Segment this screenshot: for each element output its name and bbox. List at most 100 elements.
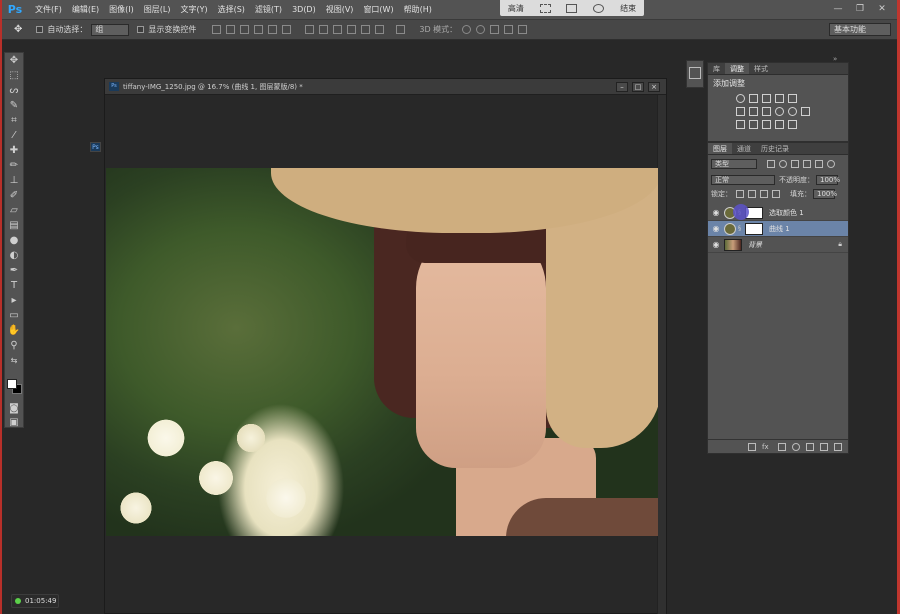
canvas-image[interactable] bbox=[106, 168, 658, 536]
selective-color-icon[interactable] bbox=[775, 120, 784, 129]
filter-shape-icon[interactable] bbox=[803, 160, 811, 168]
hd-button[interactable]: 高清 bbox=[508, 3, 524, 14]
filter-adjust-icon[interactable] bbox=[779, 160, 787, 168]
maximize-icon[interactable]: ❐ bbox=[853, 3, 867, 15]
black-white-icon[interactable] bbox=[762, 107, 771, 116]
vibrance-icon[interactable] bbox=[788, 94, 797, 103]
screen-mode-icon[interactable]: ▣ bbox=[5, 415, 23, 430]
zoom-tool-icon[interactable]: ⚲ bbox=[5, 338, 23, 353]
align-hcenter-icon[interactable] bbox=[268, 25, 278, 34]
filter-toggle-icon[interactable] bbox=[827, 160, 835, 168]
pen-tool-icon[interactable]: ✒ bbox=[5, 263, 23, 278]
hand-tool-icon[interactable]: ✋ bbox=[5, 323, 23, 338]
align-left-icon[interactable] bbox=[254, 25, 264, 34]
menu-file[interactable]: 文件(F) bbox=[35, 4, 62, 15]
region-icon[interactable] bbox=[539, 3, 551, 13]
stamp-tool-icon[interactable]: ⊥ bbox=[5, 173, 23, 188]
layer-row[interactable]: ◉ 背景 🔒︎ bbox=[708, 237, 848, 253]
dodge-tool-icon[interactable]: ◐ bbox=[5, 248, 23, 263]
threshold-icon[interactable] bbox=[762, 120, 771, 129]
swap-colors-icon[interactable]: ⇆ bbox=[5, 353, 23, 368]
opacity-input[interactable]: 100% bbox=[816, 175, 840, 185]
menu-select[interactable]: 选择(S) bbox=[218, 4, 245, 15]
exposure-icon[interactable] bbox=[775, 94, 784, 103]
menu-3d[interactable]: 3D(D) bbox=[292, 5, 316, 14]
layer-filter-dropdown[interactable]: 类型 bbox=[711, 159, 757, 169]
path-select-tool-icon[interactable]: ▸ bbox=[5, 293, 23, 308]
filter-pixel-icon[interactable] bbox=[767, 160, 775, 168]
auto-select-dropdown[interactable]: 组 bbox=[91, 23, 130, 36]
tab-styles[interactable]: 样式 bbox=[749, 63, 773, 74]
workspace-dropdown[interactable]: 基本功能 bbox=[829, 23, 891, 36]
healing-tool-icon[interactable]: ✚ bbox=[5, 143, 23, 158]
blur-tool-icon[interactable]: ● bbox=[5, 233, 23, 248]
document-tab[interactable]: Ps tiffany-IMG_1250.jpg @ 16.7% (曲线 1, 图… bbox=[105, 79, 666, 95]
lasso-tool-icon[interactable]: ᔕ bbox=[5, 83, 23, 98]
lock-all-icon[interactable] bbox=[772, 190, 780, 198]
photo-filter-icon[interactable] bbox=[775, 107, 784, 116]
doc-close-icon[interactable]: × bbox=[648, 82, 660, 92]
align-top-icon[interactable] bbox=[212, 25, 222, 34]
distribute-bottom-icon[interactable] bbox=[333, 25, 343, 34]
chain-link-icon[interactable]: § bbox=[738, 225, 743, 232]
history-brush-tool-icon[interactable]: ✐ bbox=[5, 188, 23, 203]
eraser-tool-icon[interactable]: ▱ bbox=[5, 203, 23, 218]
menu-help[interactable]: 帮助(H) bbox=[404, 4, 432, 15]
curves-icon[interactable] bbox=[762, 94, 771, 103]
eye-icon[interactable]: ◉ bbox=[711, 240, 721, 249]
align-bottom-icon[interactable] bbox=[240, 25, 250, 34]
color-balance-icon[interactable] bbox=[749, 107, 758, 116]
gradient-tool-icon[interactable]: ▤ bbox=[5, 218, 23, 233]
menu-type[interactable]: 文字(Y) bbox=[180, 4, 207, 15]
auto-select-checkbox[interactable] bbox=[36, 26, 44, 33]
doc-restore-icon[interactable]: □ bbox=[632, 82, 644, 92]
end-button[interactable]: 结束 bbox=[620, 3, 636, 14]
brush-tool-icon[interactable]: ✏ bbox=[5, 158, 23, 173]
scale-3d-icon[interactable] bbox=[518, 25, 528, 34]
menu-view[interactable]: 视图(V) bbox=[326, 4, 354, 15]
lock-pixels-icon[interactable] bbox=[748, 190, 756, 198]
channel-mixer-icon[interactable] bbox=[788, 107, 797, 116]
add-mask-icon[interactable] bbox=[778, 442, 786, 451]
slide-3d-icon[interactable] bbox=[504, 25, 514, 34]
lock-transparent-icon[interactable] bbox=[736, 190, 744, 198]
eye-icon[interactable]: ◉ bbox=[711, 224, 721, 233]
invert-icon[interactable] bbox=[736, 120, 745, 129]
shape-tool-icon[interactable]: ▭ bbox=[5, 308, 23, 323]
doc-minimize-icon[interactable]: – bbox=[616, 82, 628, 92]
brightness-icon[interactable] bbox=[736, 94, 745, 103]
foreground-color-swatch[interactable] bbox=[7, 379, 17, 389]
tab-channels[interactable]: 通道 bbox=[732, 143, 756, 154]
drag-3d-icon[interactable] bbox=[490, 25, 500, 34]
new-layer-icon[interactable] bbox=[820, 442, 828, 451]
color-lookup-icon[interactable] bbox=[801, 107, 810, 116]
crop-tool-icon[interactable]: ⌗ bbox=[5, 113, 23, 128]
menu-filter[interactable]: 滤镜(T) bbox=[255, 4, 282, 15]
levels-icon[interactable] bbox=[749, 94, 758, 103]
menu-layer[interactable]: 图层(L) bbox=[144, 4, 171, 15]
window-icon[interactable] bbox=[566, 3, 578, 13]
link-layers-icon[interactable] bbox=[748, 442, 756, 451]
marquee-tool-icon[interactable]: ⬚ bbox=[5, 68, 23, 83]
hue-saturation-icon[interactable] bbox=[736, 107, 745, 116]
distribute-left-icon[interactable] bbox=[347, 25, 357, 34]
quick-mask-icon[interactable]: ◙ bbox=[5, 401, 23, 416]
quick-select-tool-icon[interactable]: ✎ bbox=[5, 98, 23, 113]
tab-layers[interactable]: 图层 bbox=[708, 143, 732, 154]
properties-panel-icon[interactable] bbox=[689, 67, 701, 79]
fx-icon[interactable]: fx bbox=[762, 443, 772, 451]
type-tool-icon[interactable]: T bbox=[5, 278, 23, 293]
distribute-hcenter-icon[interactable] bbox=[361, 25, 371, 34]
minimize-icon[interactable]: — bbox=[831, 3, 845, 15]
align-right-icon[interactable] bbox=[282, 25, 292, 34]
posterize-icon[interactable] bbox=[749, 120, 758, 129]
gradient-map-icon[interactable] bbox=[788, 120, 797, 129]
layer-row[interactable]: ◉ § 选取颜色 1 bbox=[708, 205, 848, 221]
move-tool-icon[interactable]: ✥ bbox=[5, 53, 23, 68]
eye-icon[interactable]: ◉ bbox=[711, 208, 721, 217]
eyedropper-tool-icon[interactable]: ⁄ bbox=[5, 128, 23, 143]
layer-row[interactable]: ◉ § 曲线 1 bbox=[708, 221, 848, 237]
menu-edit[interactable]: 编辑(E) bbox=[72, 4, 99, 15]
roll-3d-icon[interactable] bbox=[476, 25, 486, 34]
filter-smart-icon[interactable] bbox=[815, 160, 823, 168]
